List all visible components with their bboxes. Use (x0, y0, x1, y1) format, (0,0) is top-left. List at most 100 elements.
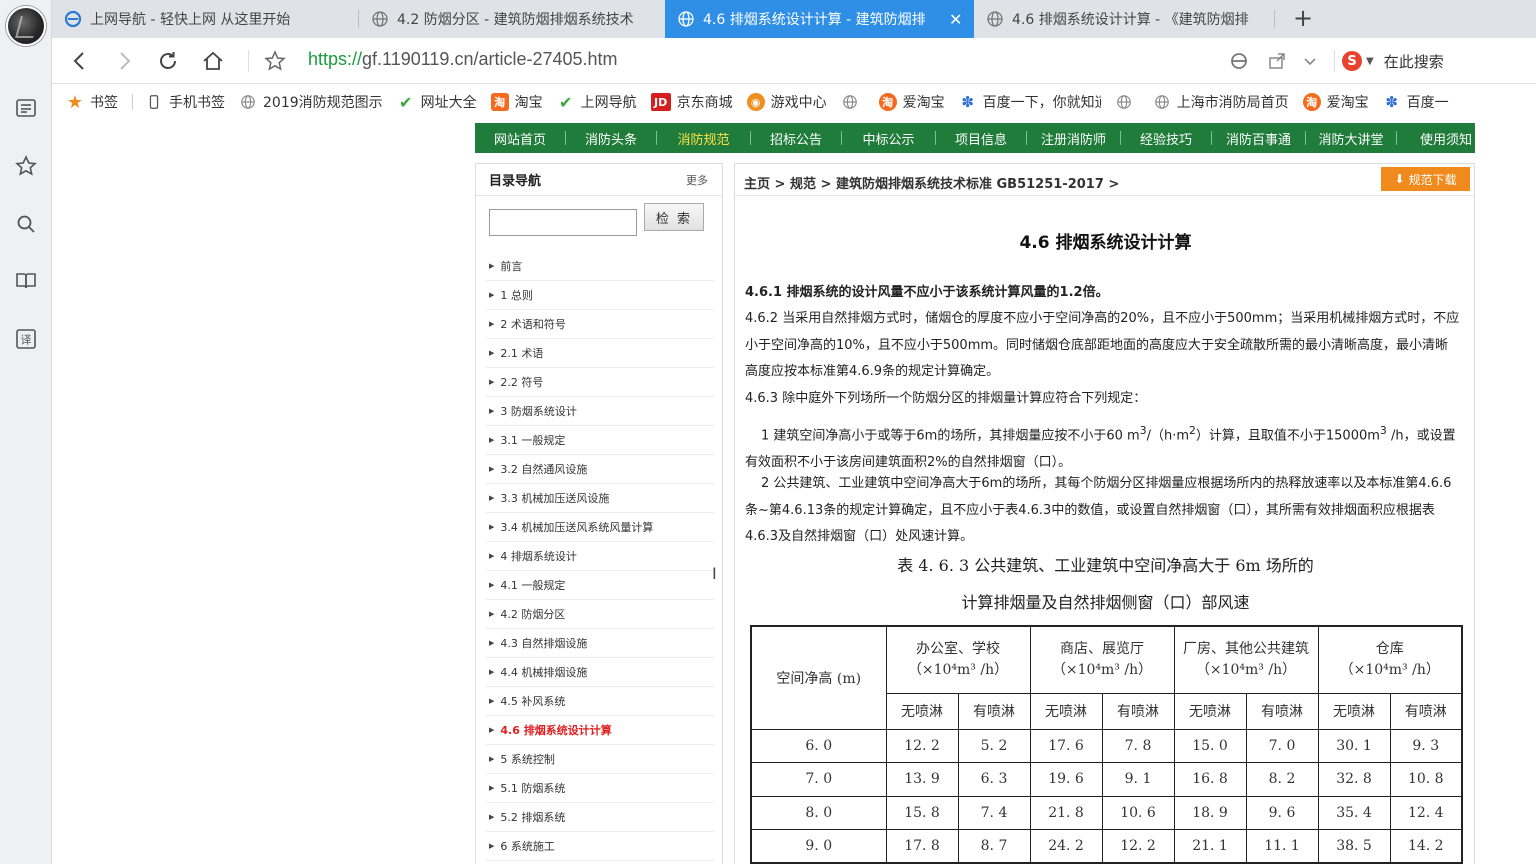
bullet-arrow-icon: ▶ (489, 697, 495, 705)
bullet-arrow-icon: ▶ (489, 378, 495, 386)
toc-item[interactable]: ▶ 5.2 排烟系统 (486, 803, 714, 832)
toc-item[interactable]: ▶ 2 术语和符号 (486, 310, 714, 339)
group-name: 仓库 (1375, 640, 1404, 657)
toolbar-divider (1334, 50, 1335, 72)
bookmark-item[interactable]: ◉ 游戏中心 (746, 92, 827, 112)
table-group-header: 办公室、学校 （×10⁴m³ /h） (885, 625, 1031, 694)
bullet-arrow-icon: ▶ (489, 755, 495, 763)
bookmark-item[interactable] (1115, 93, 1139, 111)
chevron-down-icon[interactable] (1299, 50, 1321, 72)
close-tab-icon[interactable]: ✕ (949, 10, 962, 29)
toc-item[interactable]: ▶ 4.6 排烟系统设计计算 (486, 716, 714, 745)
search-box[interactable]: S ▼ 在此搜索 (1342, 48, 1522, 74)
bookmark-folder[interactable]: ★ 书签 (66, 92, 118, 113)
toc-item[interactable]: ▶ 4.2 防烟分区 (486, 600, 714, 629)
phone-icon (145, 93, 163, 111)
table-height-cell: 6. 0 (750, 728, 887, 763)
download-icon: ⬇ (1394, 172, 1405, 186)
chevron-down-icon[interactable]: ▼ (1366, 56, 1374, 67)
bookmark-item[interactable]: ✔ 网址大全 (397, 92, 477, 112)
site-nav-item[interactable]: 招标公告 (751, 129, 841, 148)
globe-icon (1115, 93, 1133, 111)
bookmark-star-icon[interactable] (261, 47, 289, 75)
toc-item[interactable]: ▶ 前言 (486, 252, 714, 281)
toc-item[interactable]: ▶ 3.2 自然通风设施 (486, 455, 714, 484)
bookmark-item[interactable] (841, 93, 865, 111)
ie-compat-icon[interactable] (1228, 50, 1250, 72)
text-cursor-icon: I (712, 564, 717, 583)
toc-header: 目录导航 更多 (476, 164, 722, 196)
toc-item[interactable]: ▶ 2.1 术语 (486, 339, 714, 368)
site-nav-item[interactable]: 中标公示 (842, 129, 935, 148)
table-value-cell: 14. 2 (1389, 829, 1463, 864)
reader-book-icon[interactable] (12, 267, 40, 295)
share-icon[interactable] (1266, 50, 1288, 72)
bookmark-item[interactable]: ✽ 百度一 (1383, 92, 1448, 112)
toc-item[interactable]: ▶ 4.3 自然排烟设施 (486, 629, 714, 658)
toc-item[interactable]: ▶ 1 总则 (486, 281, 714, 310)
bookmark-item[interactable]: 上海市消防局首页 (1153, 92, 1289, 112)
site-nav-item[interactable]: 消防头条 (566, 129, 656, 148)
table-value-cell: 15. 0 (1173, 728, 1247, 763)
toc-item[interactable]: ▶ 4.5 补风系统 (486, 687, 714, 716)
site-nav-item[interactable]: 项目信息 (936, 129, 1026, 148)
home-button[interactable] (199, 47, 227, 75)
tab-1[interactable]: 上网导航 - 轻快上网 从这里开始 (52, 0, 358, 38)
tab-4[interactable]: 4.6 排烟系统设计计算 - 《建筑防烟排 (974, 0, 1274, 38)
toc-more-link[interactable]: 更多 (686, 172, 708, 188)
table-row-header: 空间净高 (m) (750, 625, 887, 730)
toc-item[interactable]: ▶ 4.1 一般规定 (486, 571, 714, 600)
breadcrumb-current[interactable]: 建筑防烟排烟系统技术标准 GB51251-2017 (836, 177, 1104, 192)
bookmark-item[interactable]: 淘 爱淘宝 (878, 92, 945, 112)
bookmark-item[interactable]: 2019消防规范图示 (239, 92, 383, 112)
bookmark-item[interactable]: 淘 淘宝 (490, 92, 543, 112)
bookmark-item[interactable]: ✔ 上网导航 (557, 92, 637, 112)
user-avatar[interactable] (6, 6, 46, 46)
url-field[interactable]: https://gf.1190119.cn/article-27405.htm (308, 49, 618, 70)
bookmark-mobile[interactable]: 手机书签 (145, 92, 225, 112)
site-nav-item[interactable]: 消防大讲堂 (1306, 129, 1396, 148)
bookmark-item[interactable]: 淘 爱淘宝 (1302, 92, 1369, 112)
toc-item[interactable]: ▶ 3.4 机械加压送风系统风量计算 (486, 513, 714, 542)
toc-item[interactable]: ▶ 5.1 防烟系统 (486, 774, 714, 803)
sogou-icon[interactable]: S (1342, 51, 1362, 71)
site-nav-item[interactable]: 消防百事通 (1212, 129, 1305, 148)
toc-search-input[interactable] (489, 209, 637, 236)
site-nav-item[interactable]: 使用须知 (1397, 129, 1495, 148)
bookmark-item[interactable]: ✽ 百度一下，你就知道 (959, 92, 1100, 112)
bookmark-item[interactable]: JD 京东商城 (650, 92, 733, 112)
toc-item[interactable]: ▶ 3 防烟系统设计 (486, 397, 714, 426)
toc-item[interactable]: ▶ 5 系统控制 (486, 745, 714, 774)
toc-search-button[interactable]: 检 索 (644, 203, 704, 231)
tab-2[interactable]: 4.2 防烟分区 - 建筑防烟排烟系统技术 (359, 0, 665, 38)
toc-item[interactable]: ▶ 4 排烟系统设计 (486, 542, 714, 571)
toc-item[interactable]: ▶ 3.1 一般规定 (486, 426, 714, 455)
toc-item[interactable]: ▶ 2.2 符号 (486, 368, 714, 397)
breadcrumb-standards[interactable]: 规范 (790, 177, 816, 192)
site-nav-item[interactable]: 网站首页 (475, 129, 565, 148)
back-button[interactable] (66, 47, 94, 75)
site-nav-item[interactable]: 经验技巧 (1121, 129, 1211, 148)
favorites-star-icon[interactable] (12, 152, 40, 180)
breadcrumb-home[interactable]: 主页 (744, 177, 770, 192)
translate-icon[interactable]: 译 (12, 325, 40, 353)
table-value-cell: 21. 1 (1173, 829, 1247, 864)
download-button[interactable]: ⬇ 规范下载 (1381, 167, 1470, 191)
table-value-cell: 21. 8 (1029, 795, 1103, 830)
toc-item[interactable]: ▶ 6 系统施工 (486, 832, 714, 861)
toc-item[interactable]: ▶ 3.3 机械加压送风设施 (486, 484, 714, 513)
site-nav-item[interactable]: 注册消防师 (1027, 129, 1120, 148)
news-icon[interactable] (12, 94, 40, 122)
search-icon[interactable] (12, 210, 40, 238)
clause-4-6-3: 4.6.3 除中庭外下列场所一个防烟分区的排烟量计算应符合下列规定： (745, 391, 1147, 406)
toc-item[interactable]: ▶ 4.4 机械排烟设施 (486, 658, 714, 687)
toc-item-label: 4.5 补风系统 (500, 695, 566, 708)
toc-item-label: 2.2 符号 (500, 376, 544, 389)
table-sub-header: 有喷淋 (957, 692, 1031, 730)
forward-button[interactable] (110, 47, 138, 75)
reload-button[interactable] (154, 47, 182, 75)
group-name: 办公室、学校 (916, 640, 1000, 657)
site-nav-item[interactable]: 消防规范 (657, 129, 750, 148)
new-tab-button[interactable]: + (1290, 6, 1316, 32)
tab-3-active[interactable]: 4.6 排烟系统设计计算 - 建筑防烟排 ✕ (665, 0, 974, 38)
